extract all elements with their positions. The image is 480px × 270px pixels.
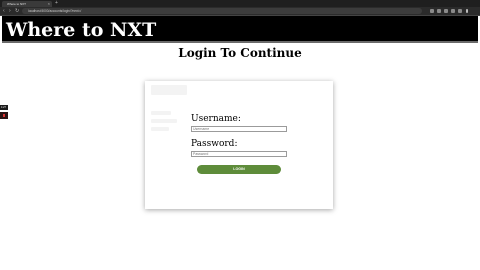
forward-icon[interactable]: › [9, 7, 11, 15]
password-input[interactable] [191, 151, 287, 157]
site-header: Where to NXT [2, 16, 478, 43]
extension-icon[interactable] [430, 9, 434, 13]
side-panel-badge[interactable]: 4 27 [0, 105, 8, 110]
faded-overlay [151, 127, 169, 131]
login-card: Username: Password: LOGIN [145, 81, 333, 209]
faded-overlay [151, 85, 187, 95]
browser-toolbar: ‹ › ↻ localhost:5000/accounts/login/?nex… [0, 7, 480, 15]
side-panel-record-button[interactable] [0, 112, 8, 119]
faded-overlay [151, 111, 171, 115]
profile-icon[interactable] [458, 9, 462, 13]
password-label: Password: [191, 139, 238, 149]
side-panel-badge-label: 4 27 [1, 106, 6, 109]
record-icon [3, 114, 5, 117]
faded-overlay [151, 119, 177, 123]
username-label: Username: [191, 114, 241, 124]
browser-tab-bar: Where to NXT × + [0, 0, 480, 7]
page-title: Login To Continue [178, 46, 302, 60]
site-title[interactable]: Where to NXT [6, 18, 156, 42]
menu-icon[interactable] [466, 9, 468, 13]
extension-icon[interactable] [437, 9, 441, 13]
extension-icon[interactable] [444, 9, 448, 13]
reload-icon[interactable]: ↻ [15, 7, 19, 15]
extension-icon[interactable] [451, 9, 455, 13]
address-bar[interactable]: localhost:5000/accounts/login/?next=/ [22, 8, 422, 14]
back-icon[interactable]: ‹ [3, 7, 5, 15]
new-tab-icon[interactable]: + [55, 0, 58, 7]
url-text: localhost:5000/accounts/login/?next=/ [28, 9, 82, 13]
login-button[interactable]: LOGIN [197, 165, 281, 174]
username-input[interactable] [191, 126, 287, 132]
